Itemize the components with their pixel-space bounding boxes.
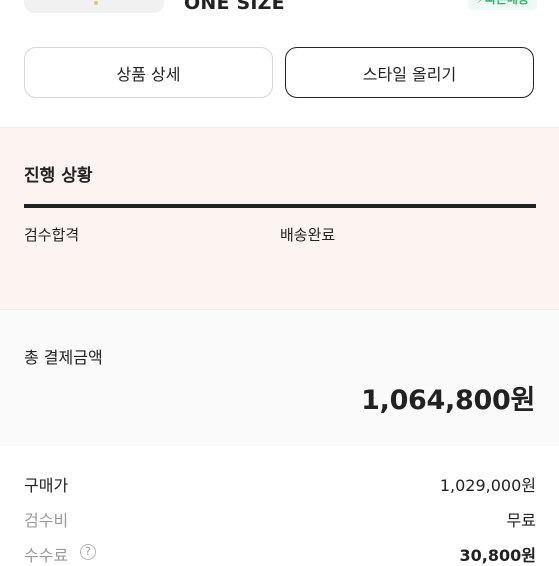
product-size: ONE SIZE: [184, 0, 285, 14]
product-summary: ONE SIZE ⚡빠른배송: [0, 0, 559, 20]
action-buttons: 상품 상세 스타일 올리기: [24, 47, 536, 100]
commission-value: 30,800원: [459, 546, 536, 565]
purchase-price-row: 구매가 1,029,000원: [24, 472, 536, 496]
total-payment-value: 1,064,800원: [361, 385, 535, 416]
inspection-fee-value: 무료: [506, 511, 536, 530]
product-detail-button[interactable]: 상품 상세: [24, 47, 273, 98]
progress-bar: [24, 204, 536, 208]
inspection-fee-row: 검수비 무료: [24, 507, 536, 531]
progress-step-delivered: 배송완료: [280, 226, 336, 244]
help-icon[interactable]: ?: [80, 544, 96, 560]
product-image-detail: [94, 1, 98, 5]
commission-label: 수수료: [24, 546, 69, 565]
total-payment-label: 총 결제금액: [24, 348, 103, 367]
total-payment-section: 총 결제금액 1,064,800원: [0, 310, 559, 446]
product-thumbnail[interactable]: [24, 0, 164, 13]
progress-section: 진행 상황 검수합격 배송완료: [0, 128, 559, 309]
progress-step-inspection-passed: 검수합격: [24, 226, 80, 244]
post-style-button[interactable]: 스타일 올리기: [285, 47, 534, 98]
fast-delivery-badge: ⚡빠른배송: [468, 0, 537, 10]
purchase-price-value: 1,029,000원: [439, 476, 536, 495]
purchase-price-label: 구매가: [24, 476, 69, 495]
commission-row: 수수료 ? 30,800원: [24, 542, 536, 566]
progress-title: 진행 상황: [24, 166, 93, 186]
inspection-fee-label: 검수비: [24, 511, 69, 530]
